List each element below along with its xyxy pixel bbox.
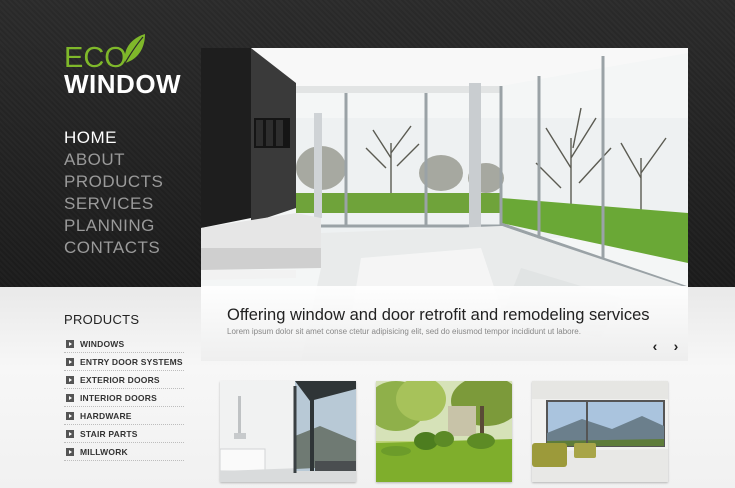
product-item-hardware[interactable]: HARDWARE [64, 407, 184, 425]
nav-item-products[interactable]: PRODUCTS [64, 171, 163, 193]
nav-item-home[interactable]: HOME [64, 127, 163, 149]
product-item-label: HARDWARE [80, 410, 132, 421]
arrow-bullet-icon [66, 357, 74, 366]
product-item-windows[interactable]: WINDOWS [64, 335, 184, 353]
hero-title: Offering window and door retrofit and re… [227, 306, 650, 324]
arrow-bullet-icon [66, 393, 74, 402]
hero-caption: Offering window and door retrofit and re… [201, 286, 688, 361]
product-item-exterior-doors[interactable]: EXTERIOR DOORS [64, 371, 184, 389]
thumbnail-living-room[interactable] [532, 381, 668, 482]
hero-subtitle: Lorem ipsum dolor sit amet conse ctetur … [227, 327, 581, 336]
hero-slider: Offering window and door retrofit and re… [201, 48, 688, 361]
thumbnail-garden[interactable] [376, 381, 512, 482]
product-list: WINDOWS ENTRY DOOR SYSTEMS EXTERIOR DOOR… [64, 335, 184, 461]
product-item-label: ENTRY DOOR SYSTEMS [80, 356, 183, 367]
nav-item-contacts[interactable]: CONTACTS [64, 237, 163, 259]
main-nav: HOME ABOUT PRODUCTS SERVICES PLANNING CO… [64, 127, 163, 259]
arrow-bullet-icon [66, 375, 74, 384]
thumbnail-image [376, 381, 512, 482]
leaf-icon [124, 34, 145, 64]
chevron-left-icon[interactable]: ‹ [649, 339, 661, 353]
nav-item-services[interactable]: SERVICES [64, 193, 163, 215]
product-item-entry-door-systems[interactable]: ENTRY DOOR SYSTEMS [64, 353, 184, 371]
nav-item-planning[interactable]: PLANNING [64, 215, 163, 237]
product-item-label: INTERIOR DOORS [80, 392, 157, 403]
thumbnail-interior-kitchen[interactable] [220, 381, 356, 482]
product-item-interior-doors[interactable]: INTERIOR DOORS [64, 389, 184, 407]
sidebar-title: PRODUCTS [64, 312, 140, 327]
arrow-bullet-icon [66, 411, 74, 420]
product-item-label: WINDOWS [80, 338, 125, 349]
thumbnail-image [220, 381, 356, 482]
chevron-right-icon[interactable]: › [670, 339, 682, 353]
arrow-bullet-icon [66, 429, 74, 438]
product-item-stair-parts[interactable]: STAIR PARTS [64, 425, 184, 443]
product-item-label: STAIR PARTS [80, 428, 138, 439]
nav-item-about[interactable]: ABOUT [64, 149, 163, 171]
thumbnail-image [532, 381, 668, 482]
product-item-label: EXTERIOR DOORS [80, 374, 160, 385]
arrow-bullet-icon [66, 447, 74, 456]
product-item-label: MILLWORK [80, 446, 128, 457]
product-item-millwork[interactable]: MILLWORK [64, 443, 184, 461]
arrow-bullet-icon [66, 339, 74, 348]
logo-window-text: WINDOW [64, 69, 182, 99]
